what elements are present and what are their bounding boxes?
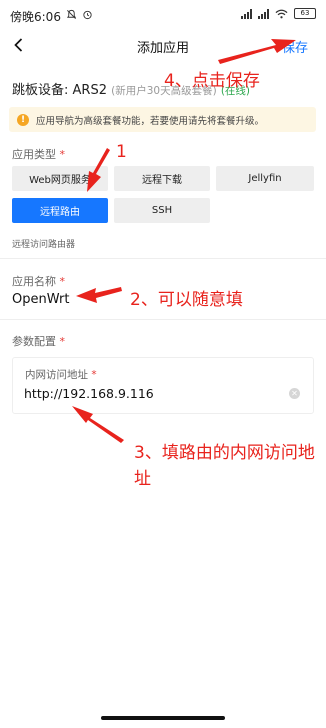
annotation-arrow-4 — [218, 39, 296, 64]
annotation-arrow-1 — [87, 148, 110, 192]
annotation-arrow-2 — [76, 287, 122, 303]
home-indicator[interactable] — [101, 716, 225, 720]
annotation-step-2: 2、可以随意填 — [130, 290, 243, 310]
annotation-step-1: 1 — [116, 142, 127, 162]
annotation-arrow-3 — [72, 406, 124, 443]
annotation-step-4: 4、点击保存 — [164, 71, 260, 91]
annotation-step-3: 3、填路由的内网访问地址 — [134, 443, 315, 489]
annotation-arrows — [72, 39, 296, 443]
